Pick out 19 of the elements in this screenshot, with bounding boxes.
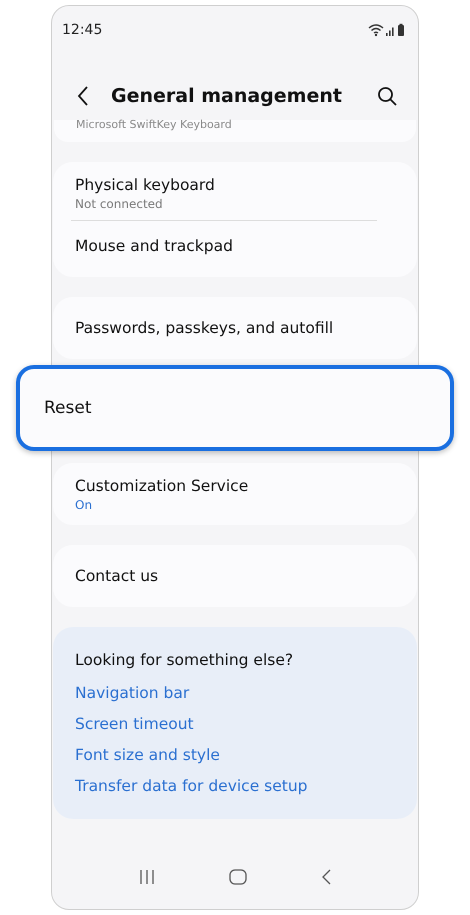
suggestions-title: Looking for something else? bbox=[75, 651, 294, 669]
back-nav-icon[interactable] bbox=[321, 869, 331, 885]
settings-item[interactable]: Passwords, passkeys, and autofill bbox=[75, 303, 395, 353]
recents-icon[interactable] bbox=[139, 870, 155, 884]
status-time: 12:45 bbox=[62, 22, 102, 38]
back-icon[interactable] bbox=[77, 86, 89, 106]
suggestion-link[interactable]: Font size and style bbox=[75, 746, 395, 764]
screen-title: General management bbox=[111, 85, 343, 107]
settings-item[interactable]: Physical keyboard Not connected bbox=[75, 168, 395, 218]
search-icon[interactable] bbox=[377, 86, 397, 106]
home-icon[interactable] bbox=[229, 869, 247, 885]
status-icons-drawing bbox=[368, 23, 406, 37]
settings-item[interactable]: Contact us bbox=[75, 551, 395, 601]
settings-item[interactable]: Reset bbox=[44, 383, 426, 433]
settings-item[interactable]: Mouse and trackpad bbox=[75, 221, 395, 271]
suggestion-link[interactable]: Navigation bar bbox=[75, 684, 395, 702]
suggestion-link[interactable]: Transfer data for device setup bbox=[75, 777, 395, 795]
settings-item[interactable]: Customization Service On bbox=[75, 469, 395, 519]
suggestion-link[interactable]: Screen timeout bbox=[75, 715, 395, 733]
